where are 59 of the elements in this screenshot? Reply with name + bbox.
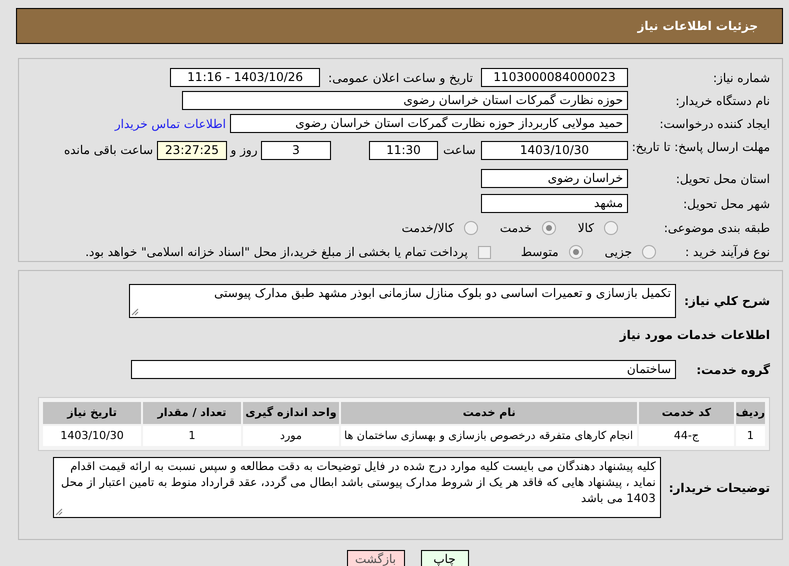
column-header: ردیف — [736, 402, 765, 424]
radio-button[interactable] — [604, 221, 618, 235]
need-number-field: 1103000084000023 — [481, 68, 628, 87]
resize-handle-icon — [54, 508, 63, 516]
radio-button[interactable] — [542, 221, 556, 235]
checkbox[interactable] — [478, 246, 491, 258]
field-label: استان محل تحویل: — [674, 170, 770, 188]
resize-handle-icon — [131, 308, 139, 316]
section-title: اطلاعات خدمات مورد نیاز — [618, 327, 770, 344]
table-cell: مورد — [242, 426, 340, 446]
field-label: تاریخ و ساعت اعلان عمومی: — [327, 70, 474, 86]
print-button[interactable]: چاپ — [420, 550, 468, 566]
page-title: جزئیات اطلاعات نیاز — [637, 18, 758, 35]
deadline-date-field: 1403/10/30 — [481, 141, 628, 160]
deadline-time-field: 11:30 — [369, 141, 438, 160]
buyer-contact-link[interactable]: اطلاعات تماس خریدار — [114, 114, 226, 132]
field-label: توضیحات خریدار: — [668, 480, 770, 496]
column-header: واحد اندازه گیری — [242, 402, 340, 424]
field-label: ساعت — [442, 142, 477, 159]
column-header: تاریخ نیاز — [43, 402, 142, 424]
creator-field: حمید مولایی کاربرداز حوزه نظارت گمرکات استان خراسان رضوی — [230, 114, 628, 133]
radio-label: کالا/خدمت — [402, 220, 454, 237]
table-cell: ج-44 — [639, 426, 734, 446]
radio-button[interactable] — [464, 221, 478, 235]
radio-button[interactable] — [642, 245, 656, 259]
radio-label: جزیی — [604, 244, 632, 261]
radio-label: خدمت — [500, 220, 532, 237]
back-button[interactable]: بازگشت — [346, 550, 404, 566]
description-textarea[interactable]: تکمیل بازسازی و تعمیرات اساسی دو بلوک منازل سازمانی ابوذر مشهد طبق مدارک پیوستی — [129, 284, 676, 318]
days-field: 3 — [261, 141, 331, 160]
field-label: طبقه بندی موضوعی: — [662, 220, 770, 237]
column-header: تعداد / مقدار — [143, 402, 241, 424]
field-label: نام دستگاه خریدار: — [674, 92, 770, 110]
field-label: گروه خدمت: — [695, 362, 770, 378]
column-header: نام خدمت — [341, 402, 638, 424]
table-cell: 1 — [736, 426, 765, 446]
field-label: ایجاد کننده درخواست: — [658, 116, 770, 132]
radio-label: متوسط — [520, 244, 559, 261]
payment-note: پرداخت تمام یا بخشی از مبلغ خرید،از محل "اسناد خزانه اسلامی" خواهد بود. — [85, 244, 468, 261]
table-cell: 1 — [143, 426, 241, 446]
remaining-time-field: 23:27:25 — [157, 141, 227, 160]
service-group-field: ساختمان — [131, 360, 676, 379]
buyer-org-field: حوزه نظارت گمرکات استان خراسان رضوی — [182, 91, 628, 110]
field-label: ساعت باقی مانده — [64, 142, 154, 159]
field-label: شماره نیاز: — [712, 70, 770, 86]
table-cell: 1403/10/30 — [43, 426, 142, 446]
city-field: مشهد — [481, 194, 628, 213]
radio-button[interactable] — [568, 245, 583, 259]
field-label: روز و — [229, 142, 258, 159]
field-label: نوع فرآیند خرید : — [684, 244, 770, 261]
notes-textarea[interactable]: کلیه پیشنهاد دهندگان می بایست کلیه موارد درج شده در فایل توضیحات به دقت مطالعه و سپس نسبت به ارائه قیمت اقدام نماید ، پیشنهاد هایی که فاقد هر یک از شروط مدارک پیوستی باشد ابطال می گردد، عقد قرارداد منوط به تامین اعتبار از محل 1403 می باشد — [52, 457, 661, 518]
field-label: شهر محل تحویل: — [682, 196, 770, 212]
province-field: خراسان رضوی — [481, 169, 628, 188]
announce-date-field: 1403/10/26 - 11:16 — [170, 68, 320, 87]
table-cell: انجام کارهای متفرقه درخصوص بازسازی و بهسازی ساختمان ها — [341, 426, 638, 446]
radio-label: کالا — [578, 220, 594, 237]
field-label: مهلت ارسال پاسخ: تا تاریخ: — [630, 141, 770, 154]
column-header: کد خدمت — [639, 402, 734, 424]
field-label: شرح کلي نياز: — [683, 293, 770, 310]
